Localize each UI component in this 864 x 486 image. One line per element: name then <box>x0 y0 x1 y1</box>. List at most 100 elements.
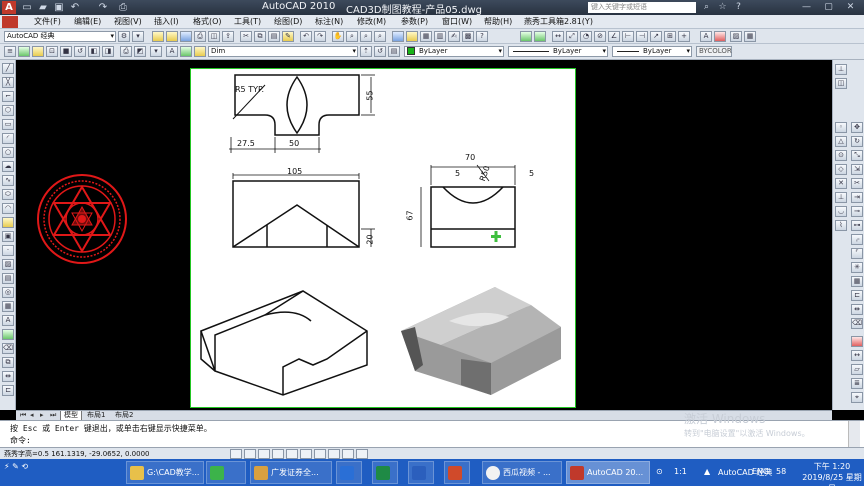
revcloud-icon[interactable]: ☁ <box>2 161 14 172</box>
copy-tool-icon[interactable]: ⧉ <box>2 357 14 368</box>
tray-badge[interactable]: 58 <box>776 467 786 476</box>
dim-continue-icon[interactable]: ⊣ <box>636 31 648 42</box>
pan-icon[interactable]: ✋ <box>332 31 344 42</box>
circle-icon[interactable]: ○ <box>2 147 14 158</box>
redo-icon[interactable]: ↷ <box>96 1 110 14</box>
block-icon[interactable] <box>714 31 726 42</box>
maximize-icon[interactable]: ▢ <box>822 1 835 14</box>
publish-icon[interactable]: ⇪ <box>222 31 234 42</box>
help-icon[interactable]: ? <box>732 1 745 14</box>
join-icon[interactable]: ⊶ <box>851 220 863 231</box>
taskbar-wechat[interactable] <box>206 461 246 484</box>
properties-icon[interactable] <box>392 31 404 42</box>
layer-on-icon[interactable] <box>18 46 30 57</box>
ime-label[interactable]: ENG <box>752 467 769 476</box>
calculator-icon[interactable]: ▩ <box>462 31 474 42</box>
arc-icon[interactable]: ◜ <box>2 133 14 144</box>
layer-tool-icon[interactable] <box>520 31 532 42</box>
osnap-int-icon[interactable]: ✕ <box>835 178 847 189</box>
help-toolbar-icon[interactable]: ? <box>476 31 488 42</box>
rotate-icon[interactable]: ↻ <box>851 136 863 147</box>
ortho-mode-icon[interactable] <box>258 449 270 459</box>
rectangle-icon[interactable]: ▭ <box>2 119 14 130</box>
layer-manager-icon[interactable]: ≡ <box>4 46 16 57</box>
menu-draw[interactable]: 绘图(D) <box>274 16 302 27</box>
osnap-near-icon[interactable]: ⌇ <box>835 220 847 231</box>
osnap-mode-icon[interactable] <box>286 449 298 459</box>
layer-states-icon[interactable]: ▤ <box>388 46 400 57</box>
plotstyle-select[interactable]: BYCOLOR <box>696 46 732 57</box>
layer-sun-icon[interactable] <box>194 46 206 57</box>
ellipse-arc-icon[interactable]: ◠ <box>2 203 14 214</box>
layer-iso-icon[interactable]: ◧ <box>88 46 100 57</box>
dim-radius-icon[interactable]: ◔ <box>580 31 592 42</box>
lineweight-select[interactable]: ByLayer ▾ <box>612 46 692 57</box>
array-icon[interactable]: ▦ <box>851 276 863 287</box>
region-icon[interactable]: ◎ <box>2 287 14 298</box>
menu-format[interactable]: 格式(O) <box>193 16 222 27</box>
color-select[interactable]: ByLayer ▾ <box>404 46 504 57</box>
annotation-icon[interactable]: ▲ <box>704 467 710 476</box>
menu-help[interactable]: 帮助(H) <box>484 16 512 27</box>
preview-icon[interactable]: ◫ <box>208 31 220 42</box>
command-prompt[interactable]: 命令: <box>10 435 31 446</box>
layer-previous2-icon[interactable]: ↺ <box>374 46 386 57</box>
polyline-icon[interactable]: ⌐ <box>2 91 14 102</box>
chamfer-icon[interactable]: ⌌ <box>851 234 863 245</box>
layer-previous-icon[interactable]: ↺ <box>74 46 86 57</box>
design-center-icon[interactable] <box>406 31 418 42</box>
construction-line-icon[interactable]: ╳ <box>2 77 14 88</box>
menu-view[interactable]: 视图(V) <box>114 16 142 27</box>
autocad-logo-icon[interactable]: A <box>2 1 16 14</box>
taskbar-securities[interactable]: 广发证券全... <box>250 461 332 484</box>
quick-launch-tools-icon[interactable]: ⚡ ✎ ⟲ <box>4 462 28 471</box>
table-icon[interactable]: ▦ <box>744 31 756 42</box>
open-icon[interactable]: ▰ <box>36 1 50 14</box>
otrack-mode-icon[interactable] <box>300 449 312 459</box>
binoculars-icon[interactable]: ⌕ <box>700 1 713 14</box>
text-icon[interactable]: A <box>700 31 712 42</box>
next-tab-icon[interactable]: ▸ <box>40 411 44 419</box>
dim-angle-icon[interactable]: ∠ <box>608 31 620 42</box>
point-icon[interactable]: · <box>2 245 14 256</box>
line-tool-icon[interactable]: ╱ <box>2 63 14 74</box>
tolerance-icon[interactable]: ⊞ <box>664 31 676 42</box>
layer-walk-icon[interactable]: ◩ <box>134 46 146 57</box>
first-tab-icon[interactable]: ⏮ <box>20 411 26 420</box>
save-file-icon[interactable] <box>180 31 192 42</box>
layer-lock-icon[interactable]: ⊡ <box>46 46 58 57</box>
make-current-icon[interactable]: ⇡ <box>360 46 372 57</box>
zoom-previous-icon[interactable]: ⌕ <box>374 31 386 42</box>
osnap-center-icon[interactable]: ⊙ <box>835 150 847 161</box>
system-clock[interactable]: 下午 1:20 2019/8/25 星期日 <box>800 461 864 486</box>
offset-icon[interactable]: ⊏ <box>2 385 14 396</box>
osnap-quad-icon[interactable]: ◇ <box>835 164 847 175</box>
paste-icon[interactable]: ▤ <box>268 31 280 42</box>
layer-plot-icon[interactable]: ⎙ <box>120 46 132 57</box>
offset-r-icon[interactable]: ⊏ <box>851 290 863 301</box>
markup-icon[interactable]: ✍ <box>448 31 460 42</box>
spline-icon[interactable]: ∿ <box>2 175 14 186</box>
osnap-end-icon[interactable]: ◦ <box>835 122 847 133</box>
qp-mode-icon[interactable] <box>356 449 368 459</box>
scale-icon[interactable]: ⤡ <box>851 150 863 161</box>
gradient-icon[interactable]: ▤ <box>2 273 14 284</box>
erase-icon[interactable]: ⌫ <box>2 343 14 354</box>
close-icon[interactable]: ✕ <box>844 1 857 14</box>
plot-icon[interactable]: ⎙ <box>116 1 130 14</box>
zoom-window-icon[interactable]: ⌕ <box>360 31 372 42</box>
move-icon[interactable]: ✥ <box>851 122 863 133</box>
command-scrollbar[interactable] <box>848 421 860 448</box>
print-icon[interactable]: ⎙ <box>194 31 206 42</box>
taskbar-explorer[interactable]: G:\CAD教学... <box>126 461 204 484</box>
mtext-icon[interactable]: A <box>2 315 14 326</box>
layer-color-icon[interactable]: ■ <box>60 46 72 57</box>
red-tool-icon[interactable] <box>851 336 863 347</box>
workspace-select[interactable]: AutoCAD 经典 ▾ <box>4 31 116 42</box>
document-icon[interactable] <box>2 16 18 28</box>
last-tab-icon[interactable]: ⏭ <box>50 411 56 420</box>
break-icon[interactable]: ⊸ <box>851 206 863 217</box>
taskbar-z-app[interactable] <box>336 461 362 484</box>
record-icon[interactable]: ⊙ <box>656 467 663 476</box>
copy-icon[interactable]: ⧉ <box>254 31 266 42</box>
